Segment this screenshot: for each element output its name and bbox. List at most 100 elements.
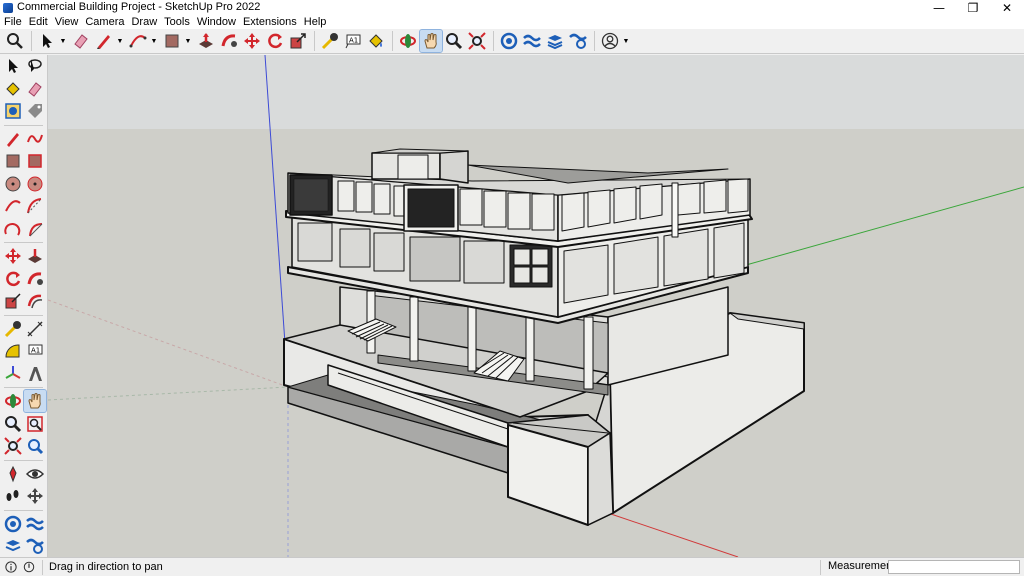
shape-rectangle-icon[interactable] bbox=[161, 30, 183, 52]
rotate-icon[interactable] bbox=[264, 30, 286, 52]
move-icon[interactable] bbox=[241, 30, 263, 52]
freehand-icon[interactable] bbox=[24, 128, 46, 150]
pencil-line-icon[interactable] bbox=[93, 30, 115, 52]
paint-bucket-icon[interactable] bbox=[365, 30, 387, 52]
pencil-line-icon[interactable] bbox=[2, 128, 24, 150]
menu-view[interactable]: View bbox=[55, 15, 79, 29]
position-camera-icon[interactable] bbox=[2, 463, 24, 485]
tool-row bbox=[0, 218, 47, 241]
paint-bucket-icon[interactable] bbox=[2, 78, 24, 100]
polygon-icon[interactable] bbox=[24, 173, 46, 195]
menu-extensions[interactable]: Extensions bbox=[243, 15, 297, 29]
two-point-arc-icon[interactable] bbox=[24, 195, 46, 217]
layers-icon[interactable] bbox=[24, 513, 46, 535]
scenes-icon[interactable] bbox=[24, 535, 46, 557]
axes-icon[interactable] bbox=[2, 363, 24, 385]
zoom-window-icon[interactable] bbox=[24, 413, 46, 435]
select-arrow-icon[interactable] bbox=[2, 55, 24, 77]
tool-row bbox=[0, 78, 47, 101]
zoom-icon[interactable] bbox=[2, 413, 24, 435]
lasso-select-icon[interactable] bbox=[24, 55, 46, 77]
toolbar-separator bbox=[594, 31, 595, 51]
layers-icon[interactable] bbox=[521, 30, 543, 52]
text-label-icon[interactable]: A1 bbox=[24, 340, 46, 362]
scale-icon[interactable] bbox=[2, 290, 24, 312]
tape-measure-icon[interactable] bbox=[319, 30, 341, 52]
menu-window[interactable]: Window bbox=[197, 15, 236, 29]
sketchup-status-icon[interactable] bbox=[22, 560, 36, 574]
tool-row bbox=[0, 435, 47, 458]
push-pull-icon[interactable] bbox=[24, 245, 46, 267]
close-button[interactable]: ✕ bbox=[990, 0, 1024, 15]
look-around-icon[interactable] bbox=[24, 463, 46, 485]
follow-me-icon[interactable] bbox=[218, 30, 240, 52]
tool-row bbox=[0, 535, 47, 558]
toolbar-separator bbox=[392, 31, 393, 51]
model-viewport[interactable] bbox=[48, 55, 1024, 557]
building-model-canvas[interactable] bbox=[48, 55, 1024, 557]
menu-edit[interactable]: Edit bbox=[29, 15, 48, 29]
protractor-icon[interactable] bbox=[2, 340, 24, 362]
pie-icon[interactable] bbox=[24, 218, 46, 240]
maximize-button[interactable]: ❐ bbox=[956, 0, 990, 15]
shape-rectangle-icon[interactable] bbox=[2, 150, 24, 172]
toolbar-separator bbox=[314, 31, 315, 51]
chevron-down-icon[interactable]: ▼ bbox=[622, 30, 630, 52]
tape-measure-icon[interactable] bbox=[2, 318, 24, 340]
pan-hand-icon[interactable] bbox=[22, 389, 47, 414]
3d-text-icon[interactable] bbox=[24, 363, 46, 385]
text-label-icon[interactable]: A1 bbox=[342, 30, 364, 52]
previous-view-icon[interactable] bbox=[24, 435, 46, 457]
tag-icon[interactable] bbox=[24, 100, 46, 122]
three-point-arc-icon[interactable] bbox=[2, 218, 24, 240]
follow-me-icon[interactable] bbox=[24, 268, 46, 290]
chevron-down-icon[interactable]: ▼ bbox=[150, 30, 158, 52]
menu-file[interactable]: File bbox=[4, 15, 22, 29]
dimension-icon[interactable] bbox=[24, 318, 46, 340]
zoom-extents-icon[interactable] bbox=[2, 435, 24, 457]
components-icon[interactable] bbox=[498, 30, 520, 52]
menu-camera[interactable]: Camera bbox=[85, 15, 124, 29]
measurements-input[interactable] bbox=[888, 560, 1020, 574]
search-icon[interactable] bbox=[4, 30, 26, 52]
menu-help[interactable]: Help bbox=[304, 15, 327, 29]
select-arrow-icon[interactable] bbox=[36, 30, 58, 52]
scale-icon[interactable] bbox=[287, 30, 309, 52]
offset-icon[interactable] bbox=[24, 290, 46, 312]
scenes-icon[interactable] bbox=[567, 30, 589, 52]
arc-icon[interactable] bbox=[2, 195, 24, 217]
chevron-down-icon[interactable]: ▼ bbox=[184, 30, 192, 52]
tool-row bbox=[0, 150, 47, 173]
styles-icon[interactable] bbox=[544, 30, 566, 52]
minimize-button[interactable]: — bbox=[922, 0, 956, 15]
chevron-down-icon[interactable]: ▼ bbox=[59, 30, 67, 52]
chevron-down-icon[interactable]: ▼ bbox=[116, 30, 124, 52]
info-icon[interactable] bbox=[4, 560, 18, 574]
walk-footprints-icon[interactable] bbox=[2, 485, 24, 507]
pan-hand-icon[interactable] bbox=[419, 29, 443, 53]
make-component-icon[interactable] bbox=[2, 100, 24, 122]
orbit-icon[interactable] bbox=[397, 30, 419, 52]
menu-tools[interactable]: Tools bbox=[164, 15, 190, 29]
tool-row bbox=[0, 485, 47, 508]
section-plane-icon[interactable] bbox=[24, 485, 46, 507]
zoom-extents-icon[interactable] bbox=[466, 30, 488, 52]
styles-icon[interactable] bbox=[2, 535, 24, 557]
tool-row bbox=[0, 513, 47, 536]
move-icon[interactable] bbox=[2, 245, 24, 267]
zoom-icon[interactable] bbox=[443, 30, 465, 52]
eraser-icon[interactable] bbox=[24, 78, 46, 100]
eraser-icon[interactable] bbox=[70, 30, 92, 52]
orbit-icon[interactable] bbox=[2, 390, 24, 412]
components-icon[interactable] bbox=[2, 513, 24, 535]
push-pull-icon[interactable] bbox=[195, 30, 217, 52]
window-title: Commercial Building Project - SketchUp P… bbox=[17, 1, 261, 13]
rotate-icon[interactable] bbox=[2, 268, 24, 290]
arc-icon[interactable] bbox=[127, 30, 149, 52]
account-icon[interactable] bbox=[599, 30, 621, 52]
tool-row bbox=[0, 128, 47, 151]
circle-icon[interactable] bbox=[2, 173, 24, 195]
tool-row bbox=[0, 268, 47, 291]
rotated-rectangle-icon[interactable] bbox=[24, 150, 46, 172]
menu-draw[interactable]: Draw bbox=[131, 15, 157, 29]
